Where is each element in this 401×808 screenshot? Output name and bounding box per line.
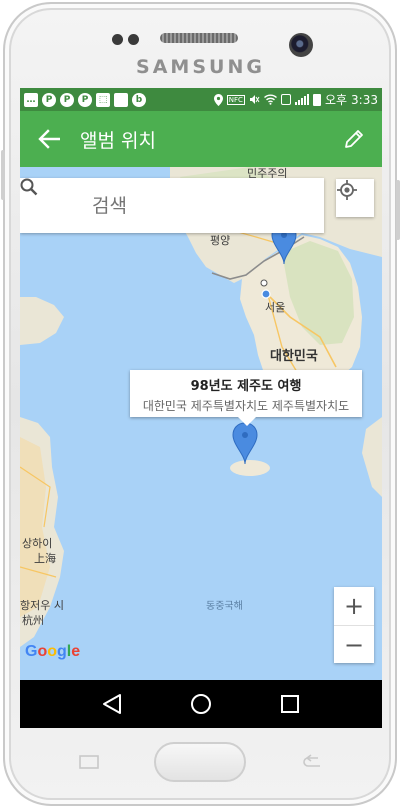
notification-icon: ⬚ [96, 92, 110, 107]
status-bar: … P P P ⬚ b NFC 오후 3:33 [20, 88, 382, 111]
battery-icon [312, 93, 321, 106]
hw-recents-key [76, 752, 102, 772]
map-label-korea: 대한민국 [270, 349, 318, 364]
nav-bar [20, 680, 382, 728]
zoom-controls: + − [334, 587, 374, 663]
nav-recents-button[interactable] [270, 684, 310, 724]
zoom-out-button[interactable]: − [334, 625, 374, 663]
map-label-sea: 동중국해 [206, 601, 243, 612]
arrow-left-icon [38, 129, 60, 149]
mute-icon [249, 95, 260, 104]
nfc-icon: NFC [226, 94, 245, 105]
map-canvas [20, 167, 382, 647]
brand-logo: SAMSUNG [136, 56, 265, 78]
hw-home-button [154, 742, 246, 782]
my-location-button[interactable] [336, 179, 374, 217]
sensor-left [112, 34, 123, 45]
map-label-shanghai-ko: 상하이 [22, 537, 53, 550]
map-view[interactable]: 민주주의 평양 서울 대한민국 상하이 上海 항저우 시 杭州 동중국해 98년… [20, 167, 382, 680]
map-label-hangzhou-cn: 杭州 [22, 614, 44, 627]
map-label-hangzhou-ko: 항저우 시 [20, 599, 64, 612]
status-time: 3:33 [351, 92, 378, 107]
location-icon [213, 93, 223, 106]
map-label-shanghai-cn: 上海 [34, 552, 56, 565]
search-bar[interactable] [20, 178, 324, 233]
google-logo: Google [25, 643, 81, 660]
status-ampm: 오후 [324, 93, 348, 107]
info-title: 98년도 제주도 여행 [190, 379, 302, 394]
pencil-icon [345, 130, 363, 148]
map-marker-jeju[interactable] [232, 422, 258, 465]
wifi-icon [263, 94, 277, 105]
triangle-back-icon [103, 694, 122, 714]
sensor-right [128, 34, 139, 45]
crosshair-icon [337, 180, 357, 200]
pinterest-icon: P [42, 92, 56, 107]
square-recents-icon [280, 695, 299, 713]
zoom-in-button[interactable]: + [334, 587, 374, 625]
app-bar: 앨범 위치 [20, 111, 382, 167]
hw-back-key [300, 752, 326, 772]
info-address: 대한민국 제주특별자치도 제주특별자치도 [142, 399, 350, 413]
front-camera [289, 33, 313, 57]
message-icon: … [24, 92, 38, 107]
pinterest-icon: P [60, 92, 74, 107]
earpiece-speaker [160, 33, 238, 43]
volume-button [1, 150, 5, 200]
search-input[interactable] [92, 194, 312, 217]
circle-home-icon [190, 694, 211, 714]
power-button [396, 180, 400, 240]
signal-icon [294, 94, 309, 105]
map-label-seoul: 서울 [265, 301, 286, 314]
square-app-icon [114, 92, 128, 107]
screen: … P P P ⬚ b NFC 오후 3:33 앨범 위치 민주주의 평양 서울… [20, 88, 382, 728]
map-label-pyongyang: 평양 [210, 234, 231, 247]
pinterest-icon: P [78, 92, 92, 107]
nav-home-button[interactable] [181, 684, 221, 724]
marker-info-window[interactable]: 98년도 제주도 여행 대한민국 제주특별자치도 제주특별자치도 [130, 370, 362, 426]
edit-button[interactable] [332, 111, 376, 167]
page-title: 앨범 위치 [80, 129, 156, 152]
b-app-icon: b [132, 92, 146, 107]
sim-icon [280, 94, 291, 105]
nav-back-button[interactable] [92, 684, 132, 724]
back-button[interactable] [26, 111, 72, 167]
search-icon [20, 178, 38, 196]
